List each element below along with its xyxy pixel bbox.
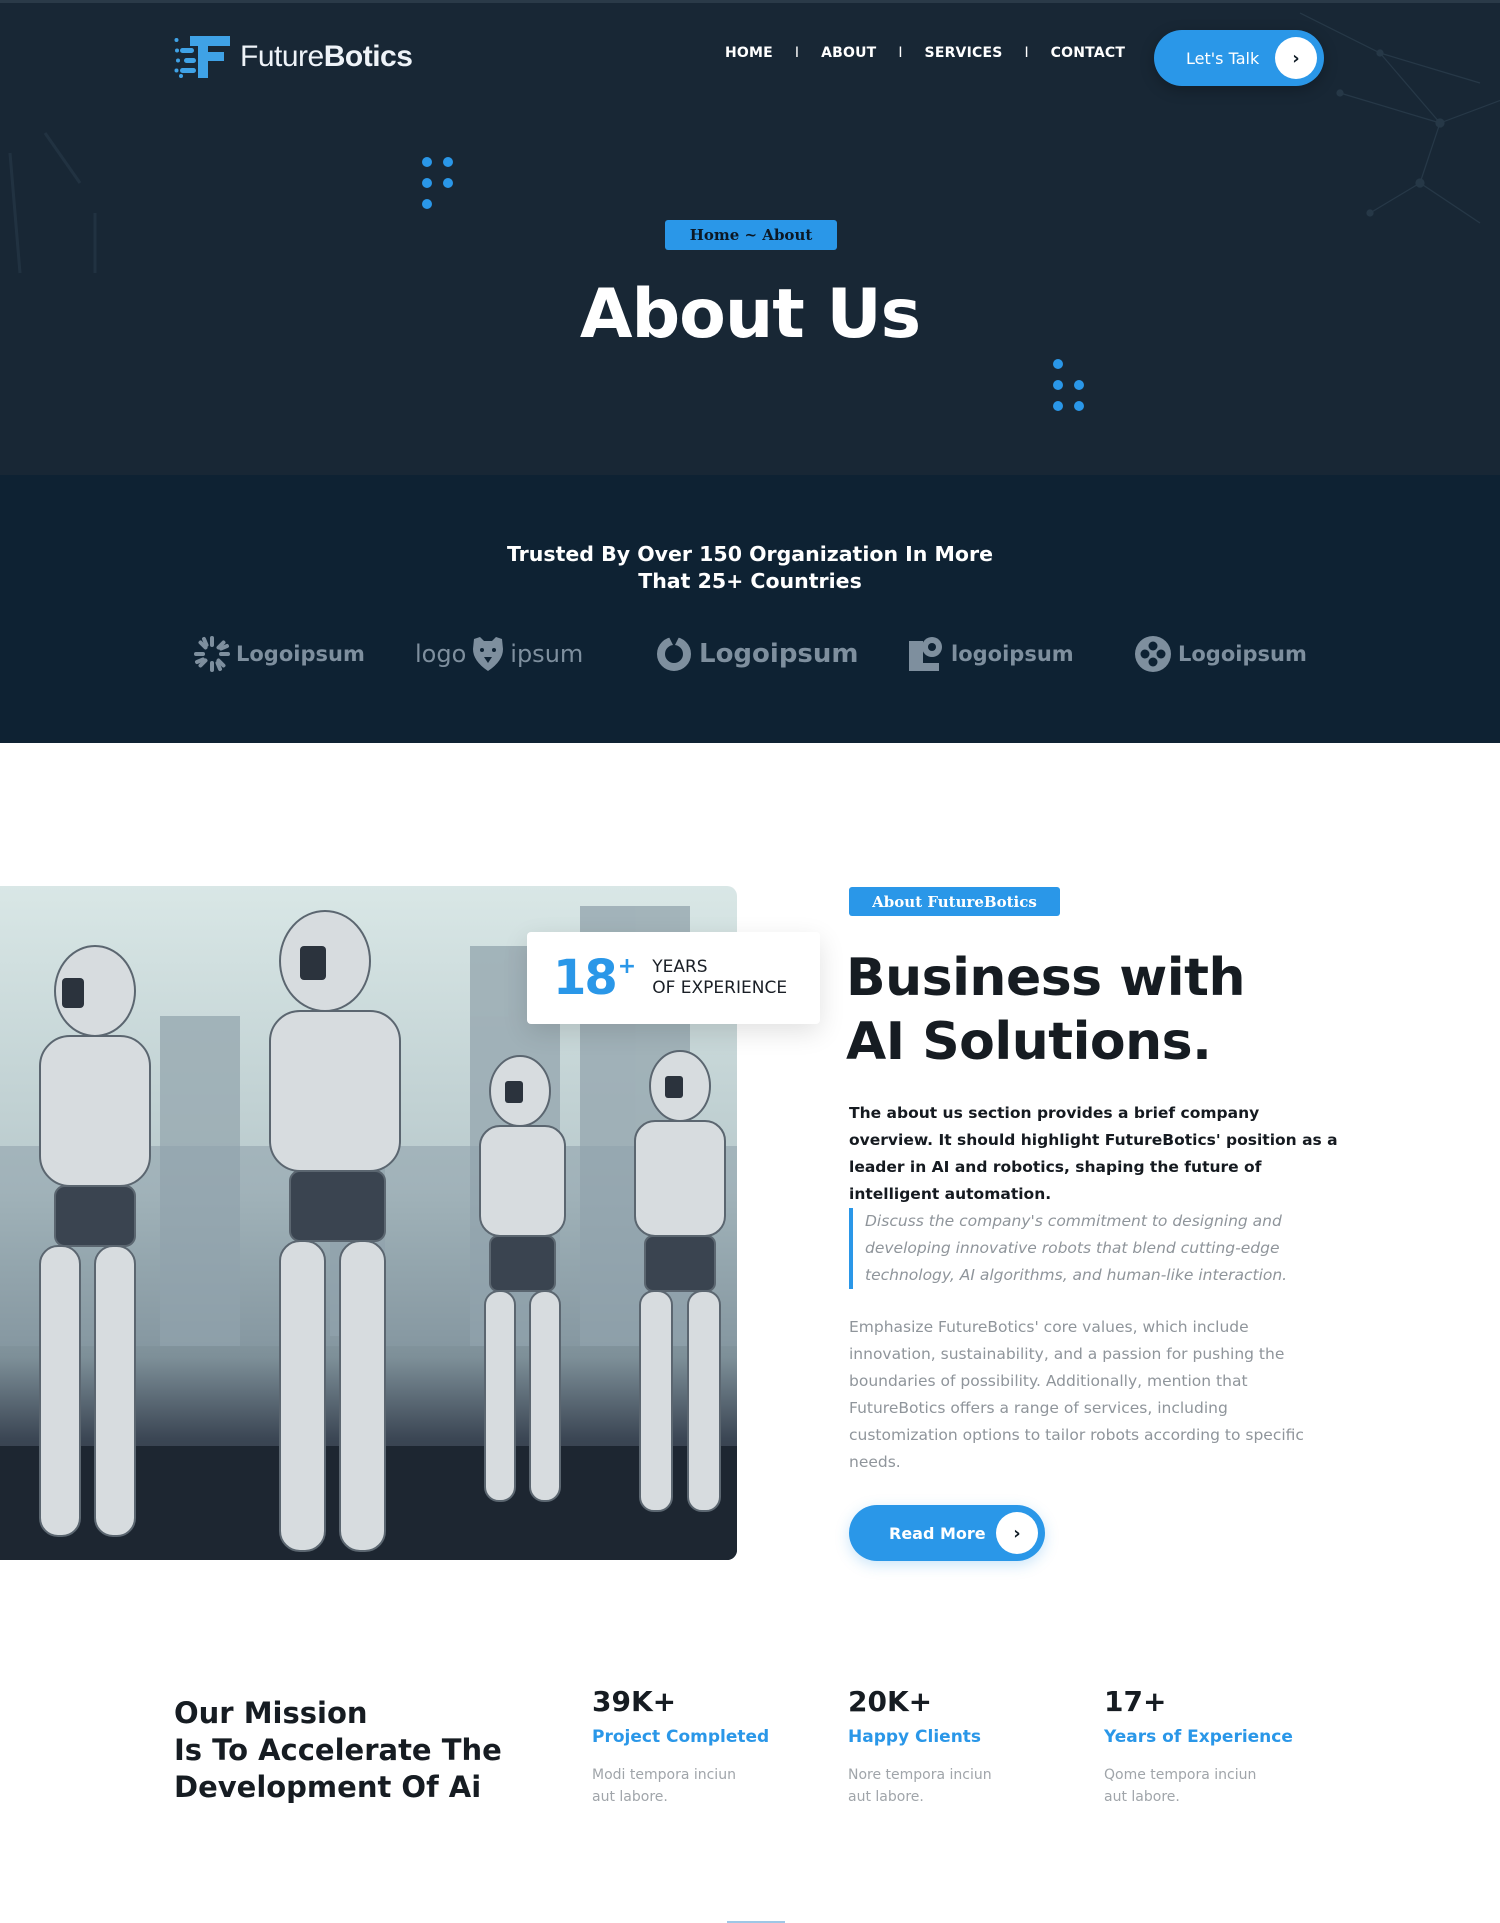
stat-description: Qome tempora inciun aut labore. xyxy=(1104,1767,1257,1805)
nav-item-services[interactable]: SERVICES xyxy=(925,45,1003,61)
experience-label-line: YEARS xyxy=(652,957,708,977)
dots-decoration-icon xyxy=(422,157,453,209)
brand-name-bold: Botics xyxy=(323,40,413,73)
bear-logo-icon xyxy=(473,637,504,671)
chevron-right-icon: › xyxy=(996,1512,1038,1554)
trusted-title: Trusted By Over 150 Organization In More… xyxy=(0,541,1500,595)
about-body-text: Emphasize FutureBotics' core values, whi… xyxy=(849,1318,1304,1471)
partner-logo-label: ipsum xyxy=(510,640,584,668)
about-heading-line: Business with xyxy=(846,948,1245,1008)
partner-logo-label: Logoipsum xyxy=(699,639,859,669)
partner-logo: logoipsum xyxy=(907,632,1074,676)
trusted-by-section: Trusted By Over 150 Organization In More… xyxy=(0,475,1500,743)
chevron-right-icon: › xyxy=(1275,37,1317,79)
lets-talk-button[interactable]: Let's Talk › xyxy=(1154,30,1324,86)
about-lead-text: The about us section provides a brief co… xyxy=(849,1104,1338,1203)
stat-value: 39K+ xyxy=(592,1685,677,1718)
square-pin-logo-icon xyxy=(909,637,942,671)
futurebotics-logo-icon xyxy=(174,36,230,78)
page-title: About Us xyxy=(579,275,921,354)
sunburst-logo-icon xyxy=(194,636,230,672)
page-hero: FutureBotics HOME I ABOUT I SERVICES I C… xyxy=(0,0,1500,475)
stat-description: Nore tempora inciun aut labore. xyxy=(848,1767,992,1805)
nav-item-about[interactable]: ABOUT xyxy=(821,45,876,61)
brand-logo[interactable]: FutureBotics xyxy=(174,34,413,80)
partner-logo: Logoipsum xyxy=(655,632,859,676)
nav-separator: I xyxy=(898,45,903,61)
partner-logo-label: logoipsum xyxy=(951,642,1074,666)
experience-number: 18 xyxy=(553,950,618,1006)
clover-logo-icon xyxy=(1135,636,1171,672)
lets-talk-label: Let's Talk xyxy=(1186,48,1260,68)
brand-name-light: Future xyxy=(240,40,324,73)
partner-logo: Logoipsum xyxy=(194,632,365,676)
read-more-button[interactable]: Read More › xyxy=(849,1505,1045,1561)
read-more-label: Read More xyxy=(889,1523,986,1543)
stat-label: Happy Clients xyxy=(848,1727,982,1747)
mission-heading: Our Mission Is To Accelerate The Develop… xyxy=(174,1695,554,1806)
mission-heading-line: Development Of Ai xyxy=(174,1770,482,1804)
stat-item: 20K+ Happy Clients Nore tempora inciun a… xyxy=(848,1684,1068,1808)
partner-logo: Logoipsum xyxy=(1134,632,1307,676)
about-heading: Business with AI Solutions. xyxy=(846,946,1406,1074)
mission-heading-line: Our Mission xyxy=(174,1696,368,1730)
nav-item-home[interactable]: HOME xyxy=(725,45,773,61)
mission-heading-line: Is To Accelerate The xyxy=(174,1733,502,1767)
partner-logo-label: Logoipsum xyxy=(236,642,365,666)
about-quote: Discuss the company's commitment to desi… xyxy=(849,1208,1319,1289)
ring-logo-icon xyxy=(657,637,691,671)
partner-logo: logo ipsum xyxy=(415,632,583,676)
stat-item: 17+ Years of Experience Qome tempora inc… xyxy=(1104,1684,1324,1808)
nav-separator: I xyxy=(1024,45,1029,61)
trusted-title-line: That 25+ Countries xyxy=(638,569,862,593)
stat-value: 17+ xyxy=(1104,1685,1167,1718)
partner-logos: Logoipsum logo ipsum Logoipsum logoipsum… xyxy=(0,632,1500,676)
partner-logo-label: logo xyxy=(415,640,467,668)
nav-separator: I xyxy=(794,45,800,61)
experience-label-line: OF EXPERIENCE xyxy=(652,978,788,998)
experience-label: YEARS OF EXPERIENCE xyxy=(652,957,787,999)
main-nav: HOME I ABOUT I SERVICES I CONTACT xyxy=(725,45,1125,61)
section-tag: About FutureBotics xyxy=(849,887,1060,916)
brand-name: FutureBotics xyxy=(240,40,413,74)
stat-value: 20K+ xyxy=(848,1685,933,1718)
partner-logo-label: Logoipsum xyxy=(1178,642,1307,666)
dots-decoration-icon xyxy=(1053,359,1084,411)
breadcrumb[interactable]: Home ~ About xyxy=(665,220,837,250)
nav-item-contact[interactable]: CONTACT xyxy=(1051,45,1125,61)
stat-label: Years of Experience xyxy=(1104,1727,1293,1747)
trusted-title-line: Trusted By Over 150 Organization In More xyxy=(506,542,994,566)
experience-card: 18 + YEARS OF EXPERIENCE xyxy=(527,932,820,1024)
experience-suffix: + xyxy=(617,954,637,979)
stat-item: 39K+ Project Completed Modi tempora inci… xyxy=(592,1684,812,1808)
stat-label: Project Completed xyxy=(592,1727,770,1747)
about-heading-line: AI Solutions. xyxy=(846,1012,1212,1072)
stat-description: Modi tempora inciun aut labore. xyxy=(592,1767,736,1805)
